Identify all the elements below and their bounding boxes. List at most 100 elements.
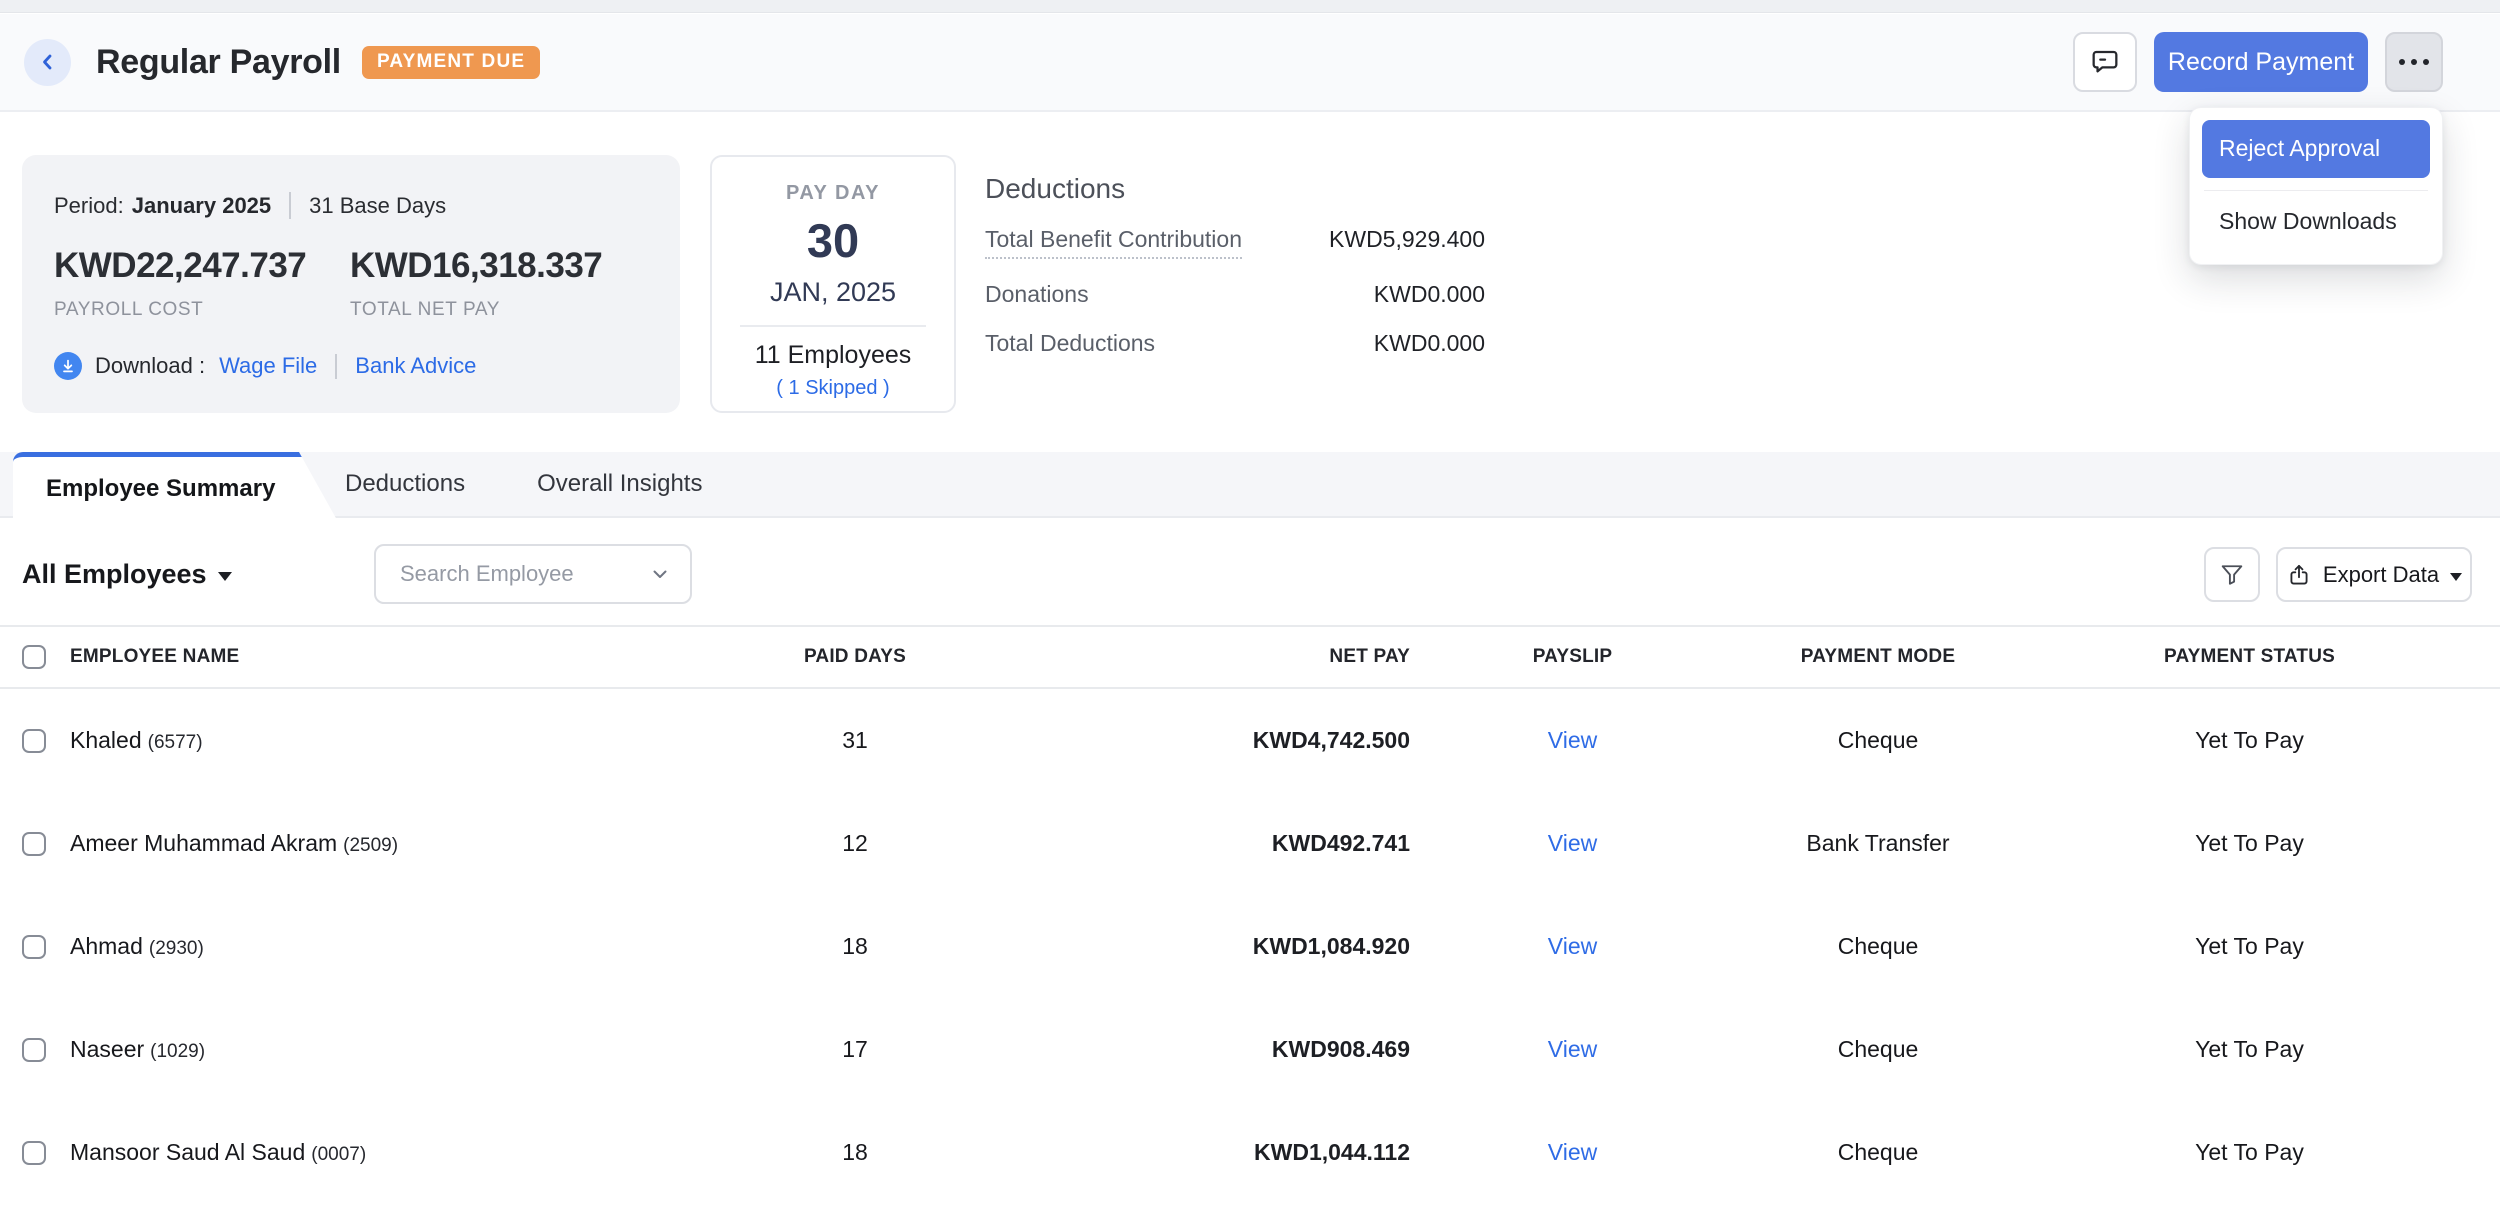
net-pay-cell: KWD1,044.112 [1080,1139,1410,1166]
search-employee-input[interactable] [400,561,648,587]
browser-top-strip [0,0,2500,13]
tab-overall-insights[interactable]: Overall Insights [537,470,702,498]
paid-days-cell: 31 [630,727,1080,754]
payment-mode-cell: Cheque [1735,1036,2021,1063]
employee-id: (6577) [148,732,203,753]
employee-id: (2509) [343,835,398,856]
payment-status-cell: Yet To Pay [2021,1139,2478,1166]
payslip-view-link[interactable]: View [1548,830,1597,856]
tab-employee-summary[interactable]: Employee Summary [13,452,337,520]
page-header: Regular Payroll PAYMENT DUE Record Payme… [0,14,2500,112]
bank-advice-link[interactable]: Bank Advice [355,353,476,379]
payroll-cost-value: KWD22,247.737 [54,246,350,286]
divider [289,192,291,219]
paid-days-cell: 17 [630,1036,1080,1063]
divider [335,354,337,379]
table-header-row: EMPLOYEE NAME PAID DAYS NET PAY PAYSLIP … [0,625,2500,689]
more-actions-button[interactable] [2385,32,2443,92]
total-net-pay-value: KWD16,318.337 [350,246,646,286]
row-checkbox[interactable] [22,832,46,856]
row-checkbox[interactable] [22,1141,46,1165]
deductions-summary: Deductions Total Benefit Contribution KW… [985,173,1485,357]
col-paid-days: PAID DAYS [630,646,1080,668]
main-content: Period: January 2025 31 Base Days KWD22,… [0,115,2500,1214]
chevron-down-icon [648,562,672,586]
more-actions-menu: Reject Approval Show Downloads [2189,107,2443,265]
payslip-view-link[interactable]: View [1548,727,1597,753]
table-row: Khaled(6577) 31 KWD4,742.500 View Cheque… [0,689,2500,792]
pay-day-card: PAY DAY 30 JAN, 2025 11 Employees ( 1 Sk… [710,155,956,413]
employee-filter-dropdown[interactable]: All Employees [22,559,232,590]
record-payment-button[interactable]: Record Payment [2154,32,2368,92]
period-summary-card: Period: January 2025 31 Base Days KWD22,… [22,155,680,413]
back-button[interactable] [24,39,71,86]
ellipsis-icon [2399,59,2429,65]
skipped-count-link[interactable]: ( 1 Skipped ) [712,377,954,400]
export-data-label: Export Data [2323,562,2439,588]
caret-down-icon [218,572,232,581]
employee-name: Naseer [70,1036,144,1062]
tab-bar: Employee Summary Deductions Overall Insi… [0,452,2500,518]
net-pay-cell: KWD492.741 [1080,830,1410,857]
paid-days-cell: 18 [630,1139,1080,1166]
paid-days-cell: 18 [630,933,1080,960]
payslip-view-link[interactable]: View [1548,1036,1597,1062]
employee-name: Ameer Muhammad Akram [70,830,337,856]
export-data-button[interactable]: Export Data [2276,547,2472,602]
col-payslip: PAYSLIP [1410,646,1735,668]
employee-search-select[interactable] [374,544,692,604]
payslip-view-link[interactable]: View [1548,1139,1597,1165]
table-row: Mansoor Saud Al Saud(0007) 18 KWD1,044.1… [0,1101,2500,1204]
col-employee-name: EMPLOYEE NAME [70,646,630,668]
table-row: Ameer Muhammad Akram (2509) 12 KWD492.741… [0,792,2500,895]
comment-icon [2089,46,2121,78]
total-deductions-label: Total Deductions [985,330,1155,357]
page-title: Regular Payroll [96,43,341,82]
col-net-pay: NET PAY [1080,646,1410,668]
employee-id: (1029) [150,1041,205,1062]
col-payment-status: PAYMENT STATUS [2021,646,2478,668]
payslip-view-link[interactable]: View [1548,933,1597,959]
total-net-pay-label: TOTAL NET PAY [350,299,646,321]
net-pay-cell: KWD1,084.920 [1080,933,1410,960]
comments-button[interactable] [2073,32,2137,92]
payment-mode-cell: Cheque [1735,1139,2021,1166]
payment-mode-cell: Cheque [1735,933,2021,960]
chevron-left-icon [36,50,60,74]
row-checkbox[interactable] [22,935,46,959]
export-icon [2286,562,2312,588]
wage-file-link[interactable]: Wage File [219,353,317,379]
payment-status-cell: Yet To Pay [2021,1036,2478,1063]
deductions-title: Deductions [985,173,1485,205]
employee-id: (2930) [149,938,204,959]
tab-deductions[interactable]: Deductions [345,470,465,498]
employee-table: EMPLOYEE NAME PAID DAYS NET PAY PAYSLIP … [0,625,2500,1204]
row-checkbox[interactable] [22,729,46,753]
employee-name: Ahmad [70,933,143,959]
payment-status-cell: Yet To Pay [2021,727,2478,754]
select-all-checkbox[interactable] [22,645,46,669]
header-actions: Record Payment [2073,32,2443,92]
menu-item-show-downloads[interactable]: Show Downloads [2202,191,2430,256]
donations-label: Donations [985,281,1089,308]
funnel-icon [2218,561,2246,589]
period-value: January 2025 [132,193,271,219]
employee-id: (0007) [311,1144,366,1165]
period-label: Period: [54,193,124,219]
payment-status-cell: Yet To Pay [2021,933,2478,960]
payment-mode-cell: Bank Transfer [1735,830,2021,857]
pay-day-month-year: JAN, 2025 [712,277,954,308]
net-pay-cell: KWD4,742.500 [1080,727,1410,754]
divider [740,325,926,327]
col-payment-mode: PAYMENT MODE [1735,646,2021,668]
employee-count: 11 Employees [712,341,954,370]
menu-item-reject-approval[interactable]: Reject Approval [2202,120,2430,178]
table-row: Ahmad(2930) 18 KWD1,084.920 View Cheque … [0,895,2500,998]
row-checkbox[interactable] [22,1038,46,1062]
donations-value: KWD0.000 [1374,281,1485,308]
paid-days-cell: 12 [630,830,1080,857]
base-days: 31 Base Days [309,193,446,219]
total-benefit-contribution-label: Total Benefit Contribution [985,226,1242,259]
filter-button[interactable] [2204,547,2260,602]
payroll-cost-label: PAYROLL COST [54,299,350,321]
